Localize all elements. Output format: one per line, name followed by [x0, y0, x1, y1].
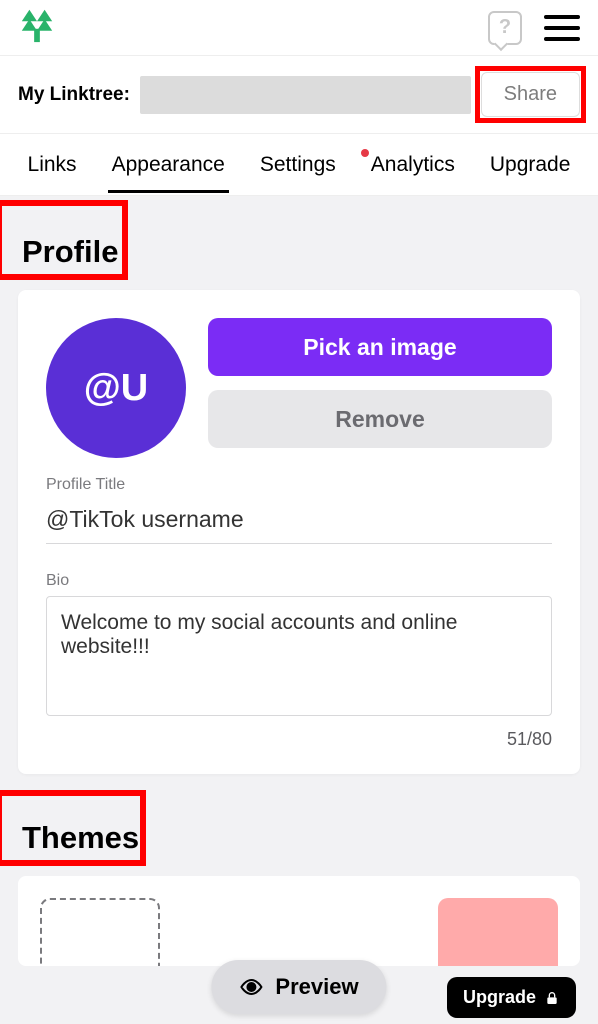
help-icon[interactable]: ? — [488, 11, 522, 45]
upgrade-label: Upgrade — [463, 987, 536, 1008]
preview-button[interactable]: Preview — [211, 960, 386, 1014]
annotation-highlight-share — [475, 66, 586, 123]
linktree-logo-icon — [18, 6, 56, 49]
avatar[interactable]: @U — [46, 318, 186, 458]
tab-analytics[interactable]: Analytics — [369, 153, 457, 177]
remove-image-button[interactable]: Remove — [208, 390, 552, 448]
pick-image-button[interactable]: Pick an image — [208, 318, 552, 376]
tab-links[interactable]: Links — [26, 153, 79, 177]
tab-upgrade[interactable]: Upgrade — [488, 153, 573, 177]
bio-label: Bio — [46, 572, 552, 590]
linktree-url-field[interactable] — [140, 76, 471, 114]
annotation-highlight-profile — [0, 200, 128, 280]
menu-icon[interactable] — [544, 15, 580, 41]
my-linktree-label: My Linktree: — [18, 84, 130, 106]
page-body: Profile @U Pick an image Remove Profile … — [0, 196, 598, 1024]
theme-tile-custom[interactable] — [40, 898, 160, 966]
annotation-highlight-themes — [0, 790, 146, 866]
themes-card — [18, 876, 580, 966]
eye-icon — [239, 975, 263, 999]
tabs-nav: Links Appearance Settings Analytics Upgr… — [0, 134, 598, 196]
bio-textarea[interactable] — [46, 596, 552, 716]
tab-settings[interactable]: Settings — [258, 153, 338, 177]
linktree-url-row: My Linktree: Share — [0, 56, 598, 134]
lock-icon — [544, 990, 560, 1006]
notification-dot-icon — [361, 149, 369, 157]
profile-title-input[interactable] — [46, 500, 552, 544]
preview-label: Preview — [275, 974, 358, 1000]
bio-char-count: 51/80 — [46, 729, 552, 750]
upgrade-button[interactable]: Upgrade — [447, 977, 576, 1018]
profile-title-label: Profile Title — [46, 476, 552, 494]
top-bar: ? — [0, 0, 598, 56]
profile-card: @U Pick an image Remove Profile Title Bi… — [18, 290, 580, 774]
theme-tile-preset[interactable] — [438, 898, 558, 966]
tab-appearance[interactable]: Appearance — [110, 153, 227, 177]
